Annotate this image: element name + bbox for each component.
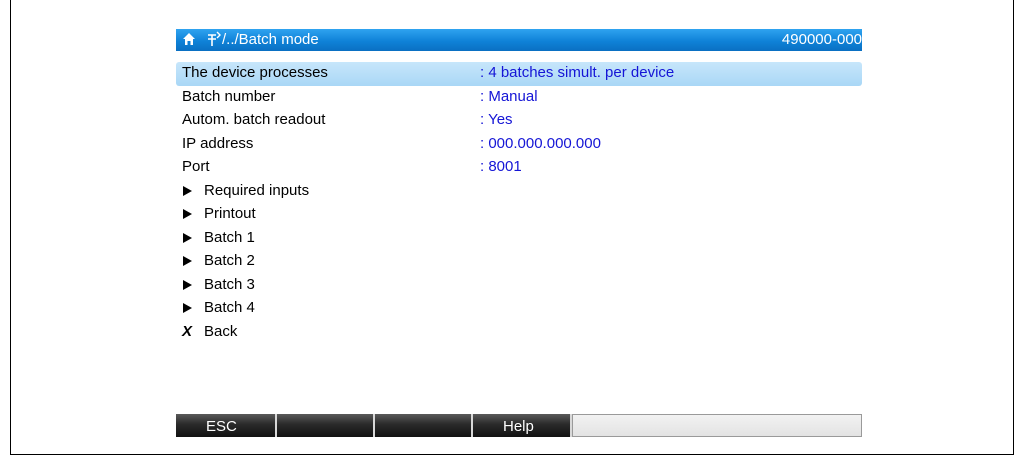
submenu-label: Batch 3: [204, 275, 255, 293]
menu-item-device-processes[interactable]: The device processes : 4 batches simult.…: [176, 62, 862, 86]
menu-item-label: Port: [182, 158, 210, 175]
arrow-right-icon: [183, 279, 192, 290]
menu-list: The device processes : 4 batches simult.…: [176, 62, 862, 344]
menu-item-autom-batch-readout[interactable]: Autom. batch readout : Yes: [176, 109, 862, 133]
submenu-label: Printout: [204, 205, 256, 222]
arrow-right-icon: [183, 303, 192, 313]
menu-item-value: : 8001: [480, 158, 522, 175]
submenu-label: Batch 4: [204, 299, 255, 316]
menu-item-label: Autom. batch readout: [182, 111, 326, 128]
back-label: Back: [204, 322, 238, 340]
submenu-label: Batch 1: [204, 228, 255, 246]
menu-item-label: IP address: [182, 134, 254, 152]
submenu-batch-3[interactable]: Batch 3: [176, 274, 862, 298]
menu-item-value: : Yes: [480, 111, 513, 128]
softkey-bar: ESC Help: [176, 414, 862, 437]
device-id: 490000-000: [781, 31, 862, 48]
title-bar: /../Batch mode 490000-000: [176, 29, 862, 51]
menu-item-port[interactable]: Port : 8001: [176, 156, 862, 180]
back-item[interactable]: X Back: [176, 321, 862, 345]
submenu-batch-1[interactable]: Batch 1: [176, 227, 862, 251]
menu-item-ip-address[interactable]: IP address : 000.000.000.000: [176, 133, 862, 157]
submenu-printout[interactable]: Printout: [176, 203, 862, 227]
home-icon[interactable]: [182, 32, 196, 46]
menu-item-value: : Manual: [480, 87, 538, 105]
menu-item-value: : 4 batches simult. per device: [480, 64, 675, 81]
breadcrumb-path: /../Batch mode: [222, 31, 319, 48]
softkey-3[interactable]: [375, 414, 473, 437]
arrow-right-icon: [183, 256, 192, 266]
back-x-icon: X: [182, 322, 193, 340]
softkey-esc[interactable]: ESC: [176, 414, 277, 437]
submenu-required-inputs[interactable]: Required inputs: [176, 180, 862, 204]
submenu-label: Required inputs: [204, 181, 310, 199]
menu-item-label: The device processes: [182, 64, 328, 81]
submenu-batch-2[interactable]: Batch 2: [176, 250, 862, 274]
submenu-batch-4[interactable]: Batch 4: [176, 297, 862, 321]
device-screen: /../Batch mode 490000-000 The device pro…: [176, 29, 862, 437]
softkey-help[interactable]: Help: [473, 414, 572, 437]
arrow-right-icon: [183, 232, 192, 243]
menu-item-batch-number[interactable]: Batch number : Manual: [176, 86, 862, 110]
submenu-label: Batch 2: [204, 252, 255, 269]
menu-item-label: Batch number: [182, 87, 276, 105]
menu-item-value: : 000.000.000.000: [480, 134, 601, 152]
menu-fork-icon: [208, 31, 221, 46]
arrow-right-icon: [183, 209, 192, 219]
softkey-5[interactable]: [572, 414, 862, 437]
softkey-2[interactable]: [277, 414, 375, 437]
arrow-right-icon: [183, 185, 192, 196]
